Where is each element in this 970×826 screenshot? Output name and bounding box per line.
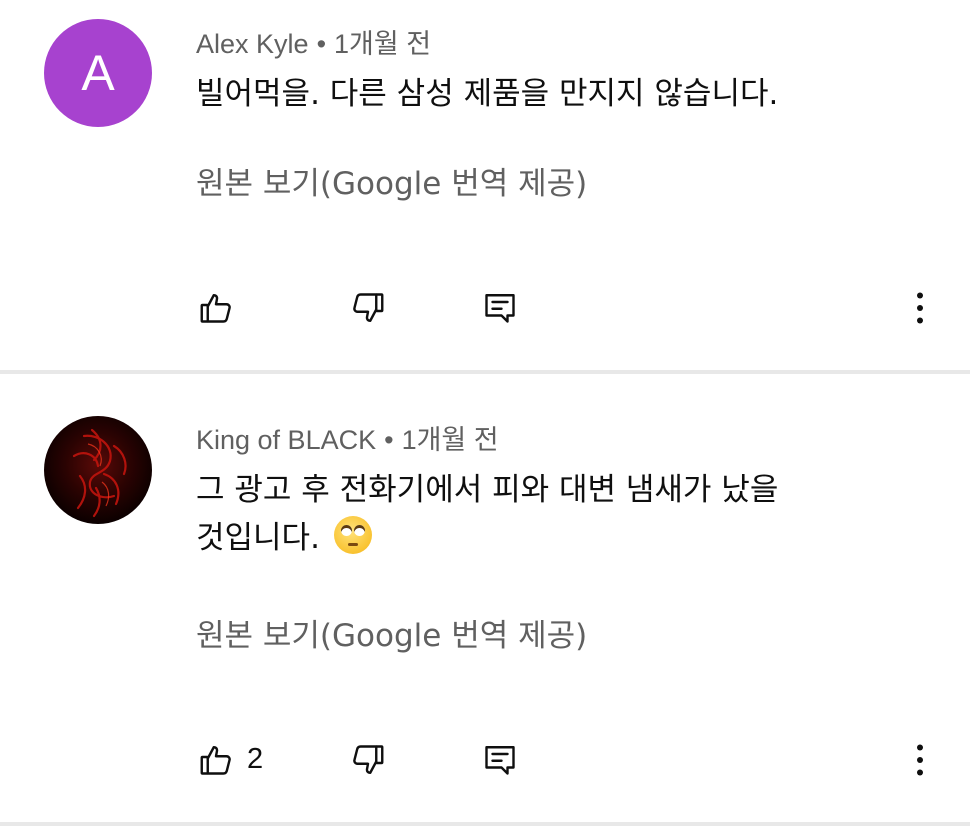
reply-button[interactable] xyxy=(480,288,520,328)
comment-text: 빌어먹을. 다른 삼성 제품을 만지지 않습니다. xyxy=(196,70,916,118)
comment-text-line-2: 것입니다. xyxy=(196,514,916,562)
more-options-button[interactable] xyxy=(900,740,940,780)
avatar[interactable]: A xyxy=(44,19,152,127)
avatar-letter: A xyxy=(81,45,115,101)
reply-button[interactable] xyxy=(480,740,520,780)
thumbs-up-icon xyxy=(198,290,234,326)
reply-comment-icon xyxy=(482,742,518,778)
comment-text-line: 그 광고 후 전화기에서 피와 대변 냄새가 났을 xyxy=(196,472,779,508)
comment-divider xyxy=(0,370,970,374)
comment-item: King of BLACK • 1개월 전 그 광고 후 전화기에서 피와 대변 냄… xyxy=(0,376,970,822)
more-vertical-icon xyxy=(900,288,940,328)
comment-time: 1개월 전 xyxy=(401,425,499,455)
more-vertical-icon xyxy=(900,740,940,780)
comment-time: 1개월 전 xyxy=(334,29,432,59)
comment-text-line: 빌어먹을. 다른 삼성 제품을 만지지 않습니다. xyxy=(196,76,779,112)
thumbs-down-icon xyxy=(350,290,386,326)
see-original-link[interactable]: 원본 보기(Google 번역 제공) xyxy=(196,158,587,203)
comment-meta: King of BLACK • 1개월 전 xyxy=(196,418,499,457)
meta-separator: • xyxy=(316,29,327,59)
comment-actions: 2 xyxy=(0,734,970,784)
comment-author[interactable]: Alex Kyle xyxy=(196,29,309,59)
avatar-image xyxy=(44,416,152,524)
like-count: 2 xyxy=(247,743,264,775)
thumbs-down-icon xyxy=(350,742,386,778)
dislike-button[interactable] xyxy=(348,740,388,780)
comment-author[interactable]: King of BLACK xyxy=(196,425,376,455)
comment-actions xyxy=(0,282,970,332)
dislike-button[interactable] xyxy=(348,288,388,328)
comment-meta: Alex Kyle • 1개월 전 xyxy=(196,22,431,61)
more-options-button[interactable] xyxy=(900,288,940,328)
see-original-link[interactable]: 원본 보기(Google 번역 제공) xyxy=(196,610,587,655)
comment-item: A Alex Kyle • 1개월 전 빌어먹을. 다른 삼성 제품을 만지지 않습… xyxy=(0,0,970,370)
comment-text: 그 광고 후 전화기에서 피와 대변 냄새가 났을 것입니다. xyxy=(196,466,916,562)
comment-text-line: 것입니다. xyxy=(196,520,320,556)
like-button[interactable] xyxy=(196,740,236,780)
thumbs-up-icon xyxy=(198,742,234,778)
reply-comment-icon xyxy=(482,290,518,326)
rolling-eyes-emoji-icon xyxy=(333,516,372,554)
meta-separator: • xyxy=(384,425,394,455)
like-button[interactable] xyxy=(196,288,236,328)
avatar[interactable] xyxy=(44,416,152,524)
comment-divider xyxy=(0,822,970,826)
